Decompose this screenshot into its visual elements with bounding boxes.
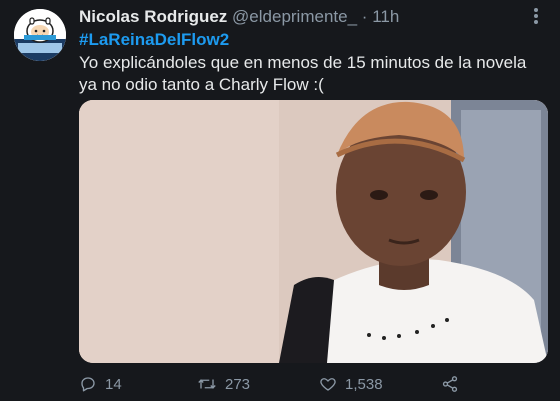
photo-image: [79, 100, 548, 363]
retweet-icon: [198, 379, 216, 389]
tweet-media[interactable]: [79, 100, 548, 363]
tweet-header: Nicolas Rodriguez @eldeprimente_ · 11h: [79, 6, 520, 28]
user-handle[interactable]: @eldeprimente_: [232, 7, 357, 26]
heart-icon: [320, 378, 336, 391]
reply-button[interactable]: 14: [79, 373, 122, 395]
share-button[interactable]: [441, 373, 459, 395]
cartoon-avatar-icon: [14, 9, 66, 61]
share-icon: [442, 376, 458, 392]
more-vertical-icon: [534, 8, 538, 24]
reply-icon: [81, 377, 95, 392]
hashtag-link[interactable]: #LaReinaDelFlow2: [79, 29, 229, 51]
retweet-count: 273: [225, 375, 251, 393]
more-options-button[interactable]: [526, 6, 546, 26]
retweet-button[interactable]: 273: [197, 373, 250, 395]
tweet-actions: 14 273 1,538: [79, 373, 479, 395]
timestamp[interactable]: 11h: [372, 7, 399, 26]
avatar[interactable]: [14, 9, 66, 61]
separator-dot: ·: [361, 7, 368, 26]
display-name[interactable]: Nicolas Rodriguez: [79, 7, 227, 26]
reply-count: 14: [105, 375, 122, 393]
tweet-text: Yo explicándoles que en menos de 15 minu…: [79, 53, 527, 94]
like-count: 1,538: [345, 375, 383, 393]
like-button[interactable]: 1,538: [319, 373, 383, 395]
tweet[interactable]: Nicolas Rodriguez @eldeprimente_ · 11h #…: [0, 0, 560, 401]
